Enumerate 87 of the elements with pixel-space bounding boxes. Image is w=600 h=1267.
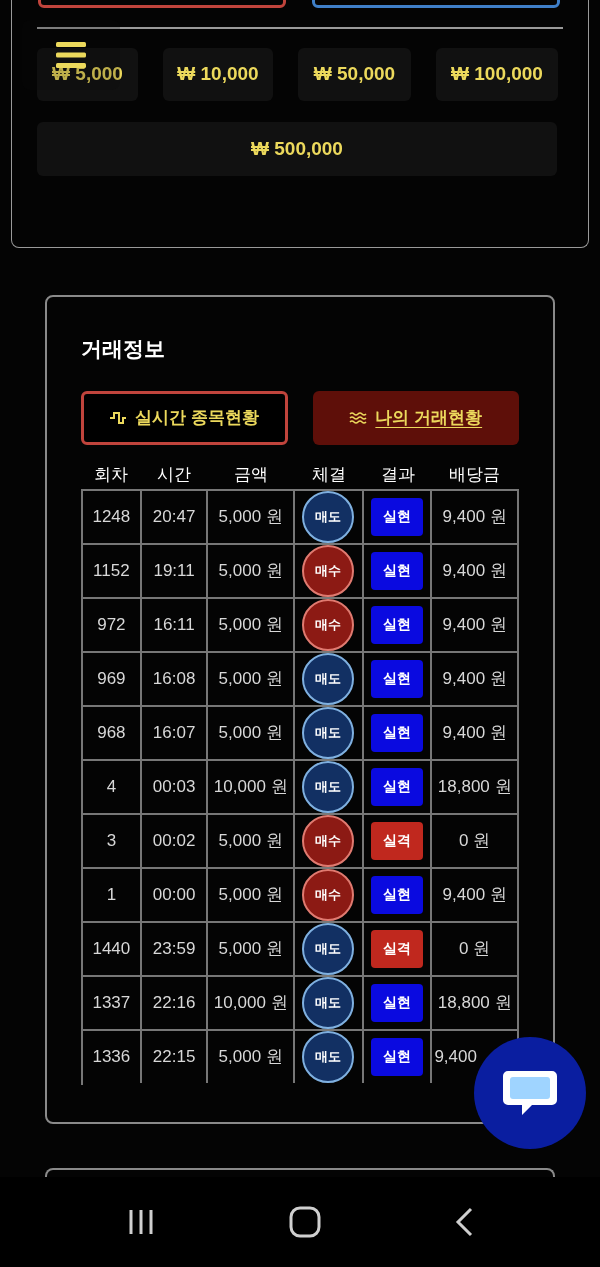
table-cell: 16:07 (141, 706, 209, 759)
column-header: 배당금 (448, 463, 501, 486)
trade-badge: 매수 (302, 868, 355, 921)
table-cell: 5,000 원 (208, 814, 295, 867)
section-title: 거래정보 (81, 336, 166, 362)
amount-chip[interactable]: ₩ 5,000 (37, 48, 138, 101)
table-cell-text: 9,400 원 (441, 559, 508, 582)
table-cell: 1 (83, 868, 142, 921)
table-cell: 22:15 (141, 1030, 209, 1083)
table-cell-text: 0 원 (458, 829, 492, 852)
table-cell: 5,000 원 (208, 598, 295, 651)
result-badge: 실현 (371, 659, 424, 698)
table-cell: 00:02 (141, 814, 209, 867)
table-cell: 972 (83, 598, 142, 651)
trade-badge: 매도 (302, 652, 355, 705)
column-header: 체결 (310, 463, 347, 486)
table-cell: 5,000 원 (208, 544, 295, 597)
trade-badge: 매도 (302, 1030, 355, 1083)
result-badge: 실현 (371, 1037, 424, 1076)
table-cell: 10,000 원 (208, 976, 295, 1029)
table-cell: 4 (83, 760, 142, 813)
column-header: 회차 (92, 463, 129, 486)
table-cell: 16:08 (141, 652, 209, 705)
table-cell-text: 0 원 (458, 937, 492, 960)
amount-chip[interactable]: ₩ 10,000 (163, 48, 273, 101)
column-header: 결과 (379, 463, 416, 486)
table-cell: 1337 (83, 976, 142, 1029)
trade-badge: 매수 (302, 544, 355, 597)
trade-badge: 매도 (302, 706, 355, 759)
table-cell: 968 (83, 706, 142, 759)
table-cell-text: 18,800 원 (436, 775, 513, 798)
table-cell-text: 9,400 원 (441, 613, 508, 636)
back-icon[interactable] (455, 1207, 473, 1237)
table-cell-text: 9,400 (433, 1045, 478, 1068)
table-cell: 1152 (83, 544, 142, 597)
amount-chip[interactable]: ₩ 50,000 (298, 48, 411, 101)
table-cell: 5,000 원 (208, 1030, 295, 1083)
column-header: 시간 (155, 463, 192, 486)
table-cell: 5,000 원 (208, 922, 295, 975)
table-cell: 969 (83, 652, 142, 705)
tab[interactable]: 나의 거래현황 (312, 390, 519, 445)
table-cell: 16:11 (141, 598, 209, 651)
table-cell-text: 9,400 원 (441, 505, 508, 528)
table-cell: 10,000 원 (208, 760, 295, 813)
trade-badge: 매도 (302, 490, 355, 543)
result-badge: 실현 (371, 551, 424, 590)
tab[interactable]: 실시간 종목현황 (81, 390, 288, 445)
table-cell: 20:47 (141, 490, 209, 543)
trade-badge: 매도 (302, 760, 355, 813)
table-cell: 1248 (83, 490, 142, 543)
table-cell-text: 9,400 원 (441, 883, 508, 906)
result-badge: 실현 (371, 983, 424, 1022)
home-icon[interactable] (289, 1206, 321, 1238)
table-cell: 5,000 원 (208, 868, 295, 921)
amount-chip[interactable]: ₩ 500,000 (37, 122, 557, 176)
table-cell-text: 9,400 원 (441, 721, 508, 744)
result-badge: 실현 (371, 767, 424, 806)
trade-badge: 매도 (302, 922, 355, 975)
amount-chip[interactable]: ₩ 100,000 (436, 48, 558, 101)
table-cell: 19:11 (141, 544, 209, 597)
table-cell: 5,000 원 (208, 490, 295, 543)
table-cell: 00:03 (141, 760, 209, 813)
table-cell: 1440 (83, 922, 142, 975)
trade-badge: 매도 (302, 976, 355, 1029)
trade-badge: 매수 (302, 814, 355, 867)
table-cell: 1336 (83, 1030, 142, 1083)
result-badge: 실현 (371, 497, 424, 536)
result-badge: 실격 (371, 929, 424, 968)
recent-apps-icon[interactable] (127, 1208, 155, 1236)
table-cell-text: 9,400 원 (441, 667, 508, 690)
waves-icon (349, 411, 368, 424)
table-cell: 22:16 (141, 976, 209, 1029)
table-cell: 5,000 원 (208, 706, 295, 759)
menu-icon (56, 42, 86, 68)
table-cell: 5,000 원 (208, 652, 295, 705)
result-badge: 실현 (371, 605, 424, 644)
table-cell-text: 18,800 원 (436, 991, 513, 1014)
result-badge: 실현 (371, 875, 424, 914)
trade-badge: 매수 (302, 598, 355, 651)
result-badge: 실격 (371, 821, 424, 860)
table-cell: 3 (83, 814, 142, 867)
column-header: 금액 (232, 463, 269, 486)
result-badge: 실현 (371, 713, 424, 752)
pulse-icon (109, 410, 128, 425)
table-cell: 23:59 (141, 922, 209, 975)
table-cell: 00:00 (141, 868, 209, 921)
chat-icon (502, 1069, 558, 1117)
